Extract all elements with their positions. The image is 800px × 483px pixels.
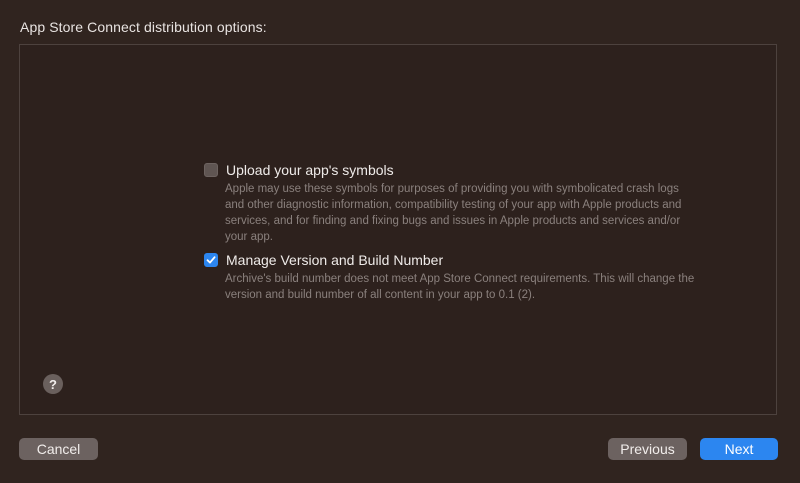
previous-button[interactable]: Previous	[608, 438, 687, 460]
distribution-options-sheet: App Store Connect distribution options: …	[0, 0, 800, 483]
manage-version-checkbox[interactable]	[204, 253, 218, 267]
checkmark-icon	[206, 256, 216, 264]
help-icon[interactable]: ?	[43, 374, 63, 394]
options-panel: Upload your app's symbols Apple may use …	[19, 44, 777, 415]
next-button[interactable]: Next	[700, 438, 778, 460]
upload-symbols-description: Apple may use these symbols for purposes…	[225, 183, 682, 243]
page-title: App Store Connect distribution options:	[20, 19, 267, 35]
option-upload-symbols: Upload your app's symbols Apple may use …	[204, 162, 684, 245]
help-glyph: ?	[49, 376, 57, 392]
option-manage-version-row[interactable]: Manage Version and Build Number	[204, 252, 684, 268]
cancel-button[interactable]: Cancel	[19, 438, 98, 460]
option-upload-symbols-row[interactable]: Upload your app's symbols	[204, 162, 684, 178]
manage-version-label[interactable]: Manage Version and Build Number	[226, 252, 443, 268]
upload-symbols-checkbox[interactable]	[204, 163, 218, 177]
manage-version-description: Archive's build number does not meet App…	[225, 273, 695, 301]
upload-symbols-label[interactable]: Upload your app's symbols	[226, 162, 394, 178]
option-manage-version: Manage Version and Build Number Archive'…	[204, 252, 694, 303]
